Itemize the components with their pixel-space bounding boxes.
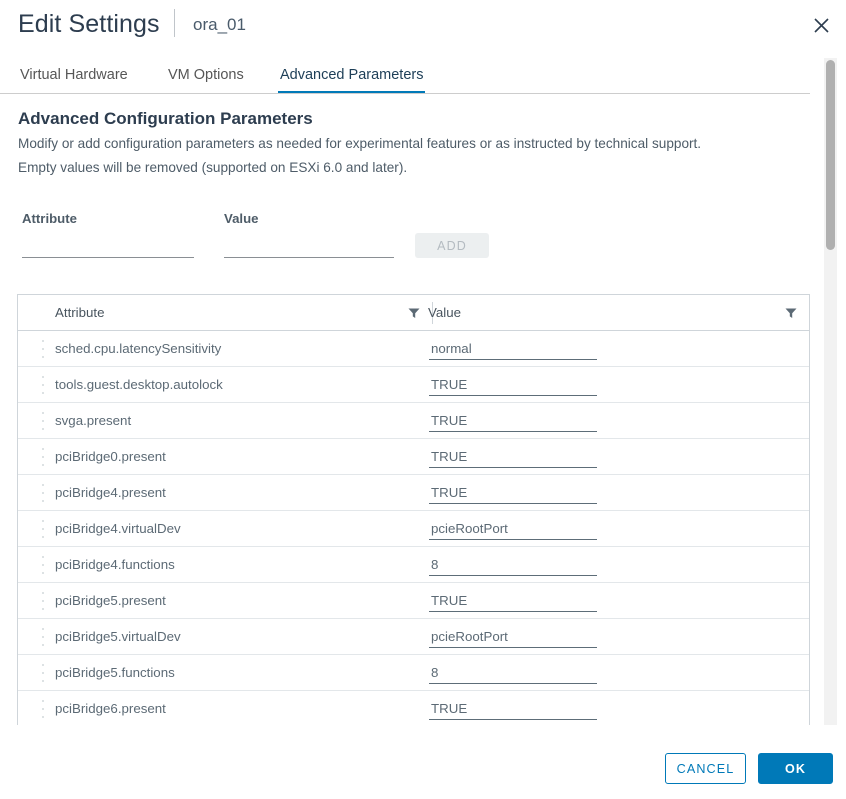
table-row[interactable]: pciBridge6.present [18,691,809,725]
section-description-line-2: Empty values will be removed (supported … [18,158,407,178]
parameters-table: Attribute Value sched.cpu.latencySensiti… [17,294,810,725]
close-icon [814,18,829,33]
drag-handle-icon[interactable] [40,628,46,646]
page-title: Advanced Configuration Parameters [18,108,313,130]
drag-handle-icon[interactable] [40,520,46,538]
drag-handle-icon[interactable] [40,556,46,574]
cell-value [416,445,809,468]
section-description-line-1: Modify or add configuration parameters a… [18,134,701,154]
cell-attribute: svga.present [18,413,416,428]
drag-handle-icon[interactable] [40,448,46,466]
tab-bar: Virtual Hardware VM Options Advanced Param… [0,64,810,94]
column-header-value[interactable]: Value [416,295,809,331]
table-row[interactable]: pciBridge4.functions [18,547,809,583]
value-field-label: Value [224,210,258,228]
cell-attribute: pciBridge0.present [18,449,416,464]
cell-attribute: pciBridge4.functions [18,557,416,572]
cell-value-input[interactable] [429,337,597,360]
cell-value [416,409,809,432]
cell-value-input[interactable] [429,661,597,684]
cell-value [416,661,809,684]
dialog-titlebar: Edit Settings ora_01 [0,0,846,50]
table-row[interactable]: pciBridge4.present [18,475,809,511]
table-row[interactable]: pciBridge5.functions [18,655,809,691]
cell-value-input[interactable] [429,445,597,468]
cell-value-input[interactable] [429,553,597,576]
table-row[interactable]: pciBridge4.virtualDev [18,511,809,547]
dialog-title: Edit Settings [18,8,160,40]
cell-attribute: pciBridge5.virtualDev [18,629,416,644]
parameters-table-viewport: Attribute Value sched.cpu.latencySensiti… [17,294,810,725]
cancel-button[interactable]: CANCEL [665,753,746,784]
cell-value [416,337,809,360]
column-header-attribute[interactable]: Attribute [18,295,416,331]
drag-handle-icon[interactable] [40,340,46,358]
add-button[interactable]: ADD [415,233,489,258]
cell-attribute: pciBridge4.present [18,485,416,500]
vertical-scrollbar-thumb[interactable] [826,60,835,250]
table-row[interactable]: sched.cpu.latencySensitivity [18,331,809,367]
table-row[interactable]: pciBridge5.virtualDev [18,619,809,655]
cell-value [416,589,809,612]
cell-value-input[interactable] [429,481,597,504]
cell-value [416,373,809,396]
tab-vm-options[interactable]: VM Options [166,64,246,94]
cell-attribute: pciBridge5.present [18,593,416,608]
cell-value [416,553,809,576]
attribute-field-label: Attribute [22,210,77,228]
cell-value-input[interactable] [429,697,597,720]
column-header-value-label: Value [428,305,461,320]
table-row[interactable]: svga.present [18,403,809,439]
drag-handle-icon[interactable] [40,484,46,502]
cell-value-input[interactable] [429,517,597,540]
cell-value-input[interactable] [429,409,597,432]
table-row[interactable]: pciBridge0.present [18,439,809,475]
attribute-input[interactable] [22,234,194,258]
ok-button[interactable]: OK [758,753,833,784]
drag-handle-icon[interactable] [40,412,46,430]
vertical-scrollbar[interactable] [824,58,837,725]
tab-advanced-parameters[interactable]: Advanced Parameters [278,64,425,94]
cell-value-input[interactable] [429,625,597,648]
value-input[interactable] [224,234,394,258]
drag-handle-icon[interactable] [40,376,46,394]
title-divider [174,9,175,37]
filter-icon-value[interactable] [784,306,798,320]
cell-value [416,481,809,504]
table-row[interactable]: tools.guest.desktop.autolock [18,367,809,403]
cell-attribute: pciBridge5.functions [18,665,416,680]
dialog-subject: ora_01 [193,13,246,37]
cell-value [416,697,809,720]
tab-bar-rule [0,93,810,94]
tab-virtual-hardware[interactable]: Virtual Hardware [18,64,130,94]
cell-attribute: pciBridge6.present [18,701,416,716]
drag-handle-icon[interactable] [40,592,46,610]
cell-value-input[interactable] [429,589,597,612]
close-button[interactable] [805,9,837,41]
cell-value-input[interactable] [429,373,597,396]
table-row[interactable]: pciBridge5.present [18,583,809,619]
drag-handle-icon[interactable] [40,700,46,718]
cell-value [416,625,809,648]
cell-value [416,517,809,540]
table-header-row: Attribute Value [18,295,809,331]
column-header-attribute-label: Attribute [55,305,105,320]
cell-attribute: tools.guest.desktop.autolock [18,377,416,392]
drag-handle-icon[interactable] [40,664,46,682]
table-body: sched.cpu.latencySensitivity tools.guest.… [18,331,809,725]
cell-attribute: pciBridge4.virtualDev [18,521,416,536]
cell-attribute: sched.cpu.latencySensitivity [18,341,416,356]
